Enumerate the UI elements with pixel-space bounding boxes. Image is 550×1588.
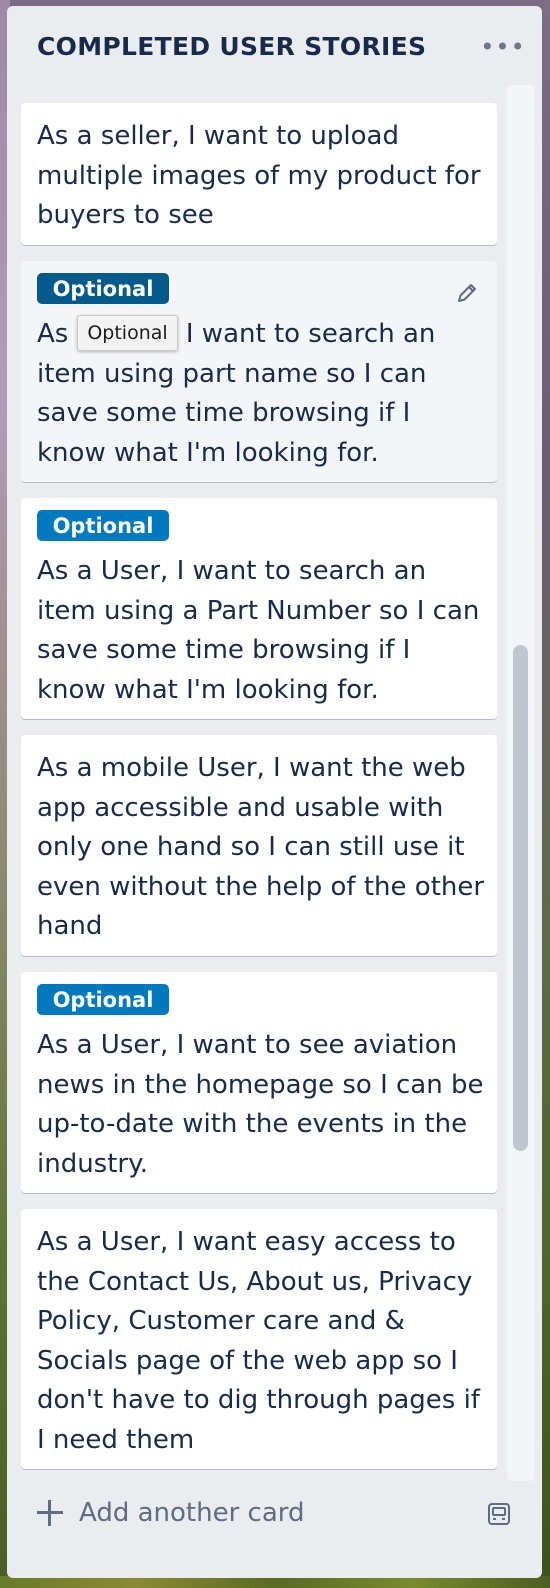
card-title-start: As (37, 319, 77, 349)
card-aviation-news[interactable]: Optional As a User, I want to see aviati… (21, 972, 497, 1193)
list-title[interactable]: COMPLETED USER STORIES (37, 32, 426, 61)
card-title: As a User, I want easy access to the Con… (37, 1227, 480, 1455)
list-footer: Add another card (7, 1484, 542, 1578)
card-title: As a User, I want to see aviation news i… (37, 1030, 484, 1179)
card-template-icon (488, 1503, 510, 1525)
add-card-label: Add another card (79, 1498, 305, 1528)
card-easy-access-pages[interactable]: As a User, I want easy access to the Con… (21, 1209, 497, 1469)
card-title: As a seller, I want to upload multiple i… (37, 121, 481, 230)
label-tooltip: Optional (77, 315, 178, 351)
create-from-template-button[interactable] (481, 1496, 517, 1532)
card-one-hand-mobile[interactable]: As a mobile User, I want the web app acc… (21, 735, 497, 956)
pencil-icon (458, 284, 476, 302)
scrollbar-track[interactable] (507, 85, 534, 1481)
plus-icon (35, 1498, 65, 1528)
list-completed-user-stories: COMPLETED USER STORIES ••• As a seller, … (7, 6, 542, 1578)
ellipsis-icon: ••• (480, 33, 526, 61)
scrollbar-thumb[interactable] (513, 645, 528, 1151)
card-upload-images[interactable]: As a seller, I want to upload multiple i… (21, 103, 497, 245)
add-another-card-button[interactable]: Add another card (35, 1490, 475, 1536)
label-optional[interactable]: Optional (37, 273, 169, 304)
edit-card-button[interactable] (449, 275, 485, 311)
card-title: As a User, I want to search an item usin… (37, 556, 480, 705)
card-search-part-name[interactable]: Optional As I want to search an item usi… (21, 261, 497, 482)
label-optional[interactable]: Optional (37, 984, 169, 1015)
card-title: As a mobile User, I want the web app acc… (37, 753, 485, 941)
list-header: COMPLETED USER STORIES ••• (7, 6, 542, 92)
card-search-part-number[interactable]: Optional As a User, I want to search an … (21, 498, 497, 719)
list-menu-button[interactable]: ••• (480, 30, 526, 64)
label-optional[interactable]: Optional (37, 510, 169, 541)
card-list: As a seller, I want to upload multiple i… (7, 92, 542, 1484)
